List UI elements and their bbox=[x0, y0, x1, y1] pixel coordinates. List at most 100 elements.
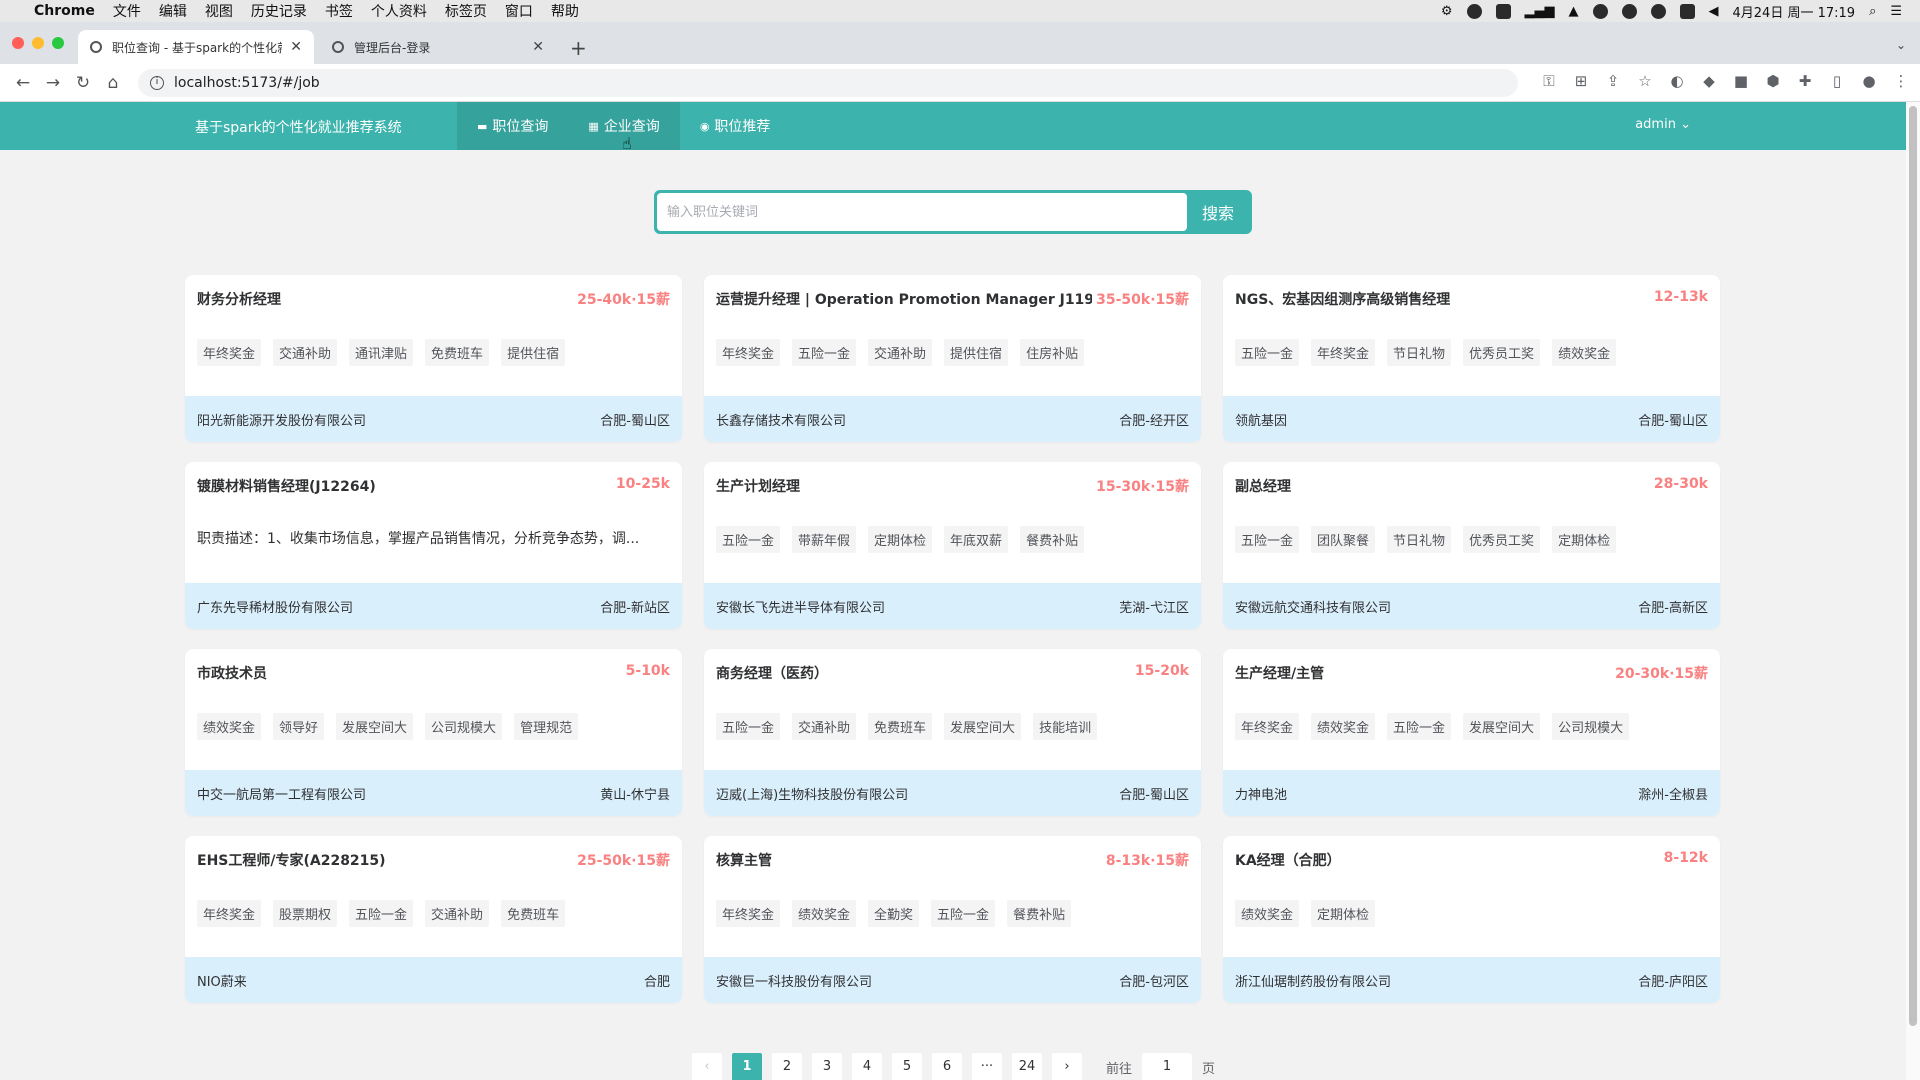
job-title[interactable]: 副总经理 bbox=[1235, 476, 1291, 496]
reload-icon[interactable]: ↻ bbox=[68, 73, 98, 93]
nav-job-recommend[interactable]: ◉ 职位推荐 bbox=[680, 102, 791, 150]
job-card[interactable]: 财务分析经理 25-40k·15薪 年终奖金 交通补助 通讯津贴 免费班车 提供住宿 阳光新能… bbox=[185, 275, 682, 442]
menu-view[interactable]: 视图 bbox=[205, 1, 233, 21]
browser-tab[interactable]: 管理后台-登录 ✕ bbox=[320, 30, 556, 64]
menu-tabs[interactable]: 标签页 bbox=[445, 1, 487, 21]
menu-help[interactable]: 帮助 bbox=[551, 1, 579, 21]
bookmark-star-icon[interactable]: ☆ bbox=[1636, 72, 1654, 90]
job-card[interactable]: 生产计划经理 15-30k·15薪 五险一金 带薪年假 定期体检 年底双薪 餐费补贴 安徽长飞… bbox=[704, 462, 1201, 629]
company-name[interactable]: 安徽远航交通科技有限公司 bbox=[1235, 597, 1391, 616]
company-name[interactable]: 力神电池 bbox=[1235, 784, 1287, 803]
translate-icon[interactable]: ⊞ bbox=[1572, 72, 1590, 90]
menu-bookmarks[interactable]: 书签 bbox=[325, 1, 353, 21]
minimize-window-button[interactable] bbox=[32, 37, 44, 49]
key-icon[interactable]: ⚿ bbox=[1540, 72, 1558, 90]
more-pages-button[interactable]: ··· bbox=[972, 1053, 1002, 1080]
wechat-icon[interactable] bbox=[1621, 3, 1637, 19]
share-icon[interactable]: ⇪ bbox=[1604, 72, 1622, 90]
company-name[interactable]: 安徽巨一科技股份有限公司 bbox=[716, 971, 872, 990]
job-card[interactable]: 核算主管 8-13k·15薪 年终奖金 绩效奖金 全勤奖 五险一金 餐费补贴 安徽巨一科技股份… bbox=[704, 836, 1201, 1003]
page-button[interactable]: 5 bbox=[892, 1053, 922, 1080]
home-icon[interactable]: ⌂ bbox=[98, 73, 128, 93]
job-title[interactable]: 镀膜材料销售经理(J12264) bbox=[197, 476, 376, 496]
wechat-work-icon[interactable] bbox=[1650, 3, 1666, 19]
address-bar[interactable]: i localhost:5173/#/job bbox=[138, 68, 1518, 97]
profile-avatar-icon[interactable]: ● bbox=[1860, 72, 1878, 90]
menu-history[interactable]: 历史记录 bbox=[251, 1, 307, 21]
page-button[interactable]: 2 bbox=[772, 1053, 802, 1080]
page-button[interactable]: 4 bbox=[852, 1053, 882, 1080]
job-title[interactable]: 生产经理/主管 bbox=[1235, 663, 1324, 683]
signal-icon[interactable]: ▂▄▆ bbox=[1525, 4, 1555, 19]
extension-icon[interactable]: ◐ bbox=[1668, 72, 1686, 90]
volume-icon[interactable]: ◀ bbox=[1709, 4, 1719, 19]
page-button[interactable]: 24 bbox=[1012, 1053, 1042, 1080]
extension-icon[interactable]: ■ bbox=[1732, 72, 1750, 90]
menu-profile[interactable]: 个人资料 bbox=[371, 1, 427, 21]
page-button[interactable]: 3 bbox=[812, 1053, 842, 1080]
job-card[interactable]: 运营提升经理 | Operation Promotion Manager J11… bbox=[704, 275, 1201, 442]
user-menu[interactable]: admin ⌄ bbox=[1635, 117, 1691, 132]
globe-icon[interactable] bbox=[1592, 3, 1608, 19]
menu-edit[interactable]: 编辑 bbox=[159, 1, 187, 21]
spotlight-search-icon[interactable]: ⌕ bbox=[1869, 4, 1876, 19]
browser-tab-active[interactable]: 职位查询 - 基于spark的个性化就业推荐系统 ✕ bbox=[78, 30, 314, 64]
company-name[interactable]: 浙江仙琚制药股份有限公司 bbox=[1235, 971, 1391, 990]
job-title[interactable]: 生产计划经理 bbox=[716, 476, 800, 496]
company-name[interactable]: 中交一航局第一工程有限公司 bbox=[197, 784, 366, 803]
app-brand[interactable]: 基于spark的个性化就业推荐系统 bbox=[195, 117, 402, 137]
job-title[interactable]: 核算主管 bbox=[716, 850, 772, 870]
close-window-button[interactable] bbox=[12, 37, 24, 49]
new-tab-icon[interactable]: + bbox=[570, 36, 587, 60]
menubar-datetime[interactable]: 4月24日 周一 17:19 bbox=[1733, 2, 1856, 21]
job-title[interactable]: EHS工程师/专家(A228215) bbox=[197, 850, 386, 870]
job-card[interactable]: 副总经理 28-30k 五险一金 团队聚餐 节日礼物 优秀员工奖 定期体检 安徽远航交通科技有… bbox=[1223, 462, 1720, 629]
menu-app-name[interactable]: Chrome bbox=[34, 3, 95, 19]
job-card[interactable]: 生产经理/主管 20-30k·15薪 年终奖金 绩效奖金 五险一金 发展空间大 公司规模大力… bbox=[1223, 649, 1720, 816]
search-button[interactable]: 搜索 bbox=[1187, 193, 1249, 231]
control-center-icon[interactable]: ☰ bbox=[1890, 4, 1902, 19]
side-panel-icon[interactable]: ▯ bbox=[1828, 72, 1846, 90]
job-card[interactable]: EHS工程师/专家(A228215) 25-50k·15薪 年终奖金 股票期权 五险一金… bbox=[185, 836, 682, 1003]
close-tab-icon[interactable]: ✕ bbox=[290, 39, 302, 55]
scrollbar-thumb[interactable] bbox=[1909, 106, 1917, 1026]
company-name[interactable]: 安徽长飞先进半导体有限公司 bbox=[716, 597, 885, 616]
job-title[interactable]: KA经理（合肥） bbox=[1235, 850, 1341, 870]
job-card[interactable]: 市政技术员 5-10k 绩效奖金 领导好 发展空间大 公司规模大 管理规范 中交一航局第一工程… bbox=[185, 649, 682, 816]
extension-icon[interactable]: ⬢ bbox=[1764, 72, 1782, 90]
gear-icon[interactable]: ⚙ bbox=[1441, 4, 1453, 19]
job-title[interactable]: 市政技术员 bbox=[197, 663, 267, 683]
page-button[interactable]: 6 bbox=[932, 1053, 962, 1080]
back-arrow-icon[interactable]: ← bbox=[8, 73, 38, 93]
site-info-icon[interactable]: i bbox=[150, 75, 164, 90]
prev-page-button[interactable]: ‹ bbox=[692, 1053, 722, 1080]
job-card[interactable]: NGS、宏基因组测序高级销售经理 12-13k 五险一金 年终奖金 节日礼物 优秀员工奖绩… bbox=[1223, 275, 1720, 442]
company-name[interactable]: 阳光新能源开发股份有限公司 bbox=[197, 410, 366, 429]
page-scrollbar[interactable] bbox=[1906, 102, 1920, 1080]
menu-file[interactable]: 文件 bbox=[113, 1, 141, 21]
company-name[interactable]: 领航基因 bbox=[1235, 410, 1287, 429]
mountain-icon[interactable]: ▲ bbox=[1569, 4, 1579, 19]
extension-icon[interactable]: ◆ bbox=[1700, 72, 1718, 90]
tab-search-chevron-icon[interactable]: ⌄ bbox=[1896, 38, 1906, 52]
page-button[interactable]: 1 bbox=[732, 1053, 762, 1080]
job-title[interactable]: 商务经理（医药） bbox=[716, 663, 828, 683]
job-card[interactable]: KA经理（合肥） 8-12k 绩效奖金 定期体检 浙江仙琚制药股份有限公司 合肥-庐阳区 bbox=[1223, 836, 1720, 1003]
job-title[interactable]: NGS、宏基因组测序高级销售经理 bbox=[1235, 289, 1450, 309]
job-title[interactable]: 运营提升经理 | Operation Promotion Manager J11… bbox=[716, 289, 1092, 309]
puzzle-icon[interactable]: ✚ bbox=[1796, 72, 1814, 90]
menu-window[interactable]: 窗口 bbox=[505, 1, 533, 21]
company-name[interactable]: NIO蔚来 bbox=[197, 971, 247, 990]
forward-arrow-icon[interactable]: → bbox=[38, 73, 68, 93]
zoom-window-button[interactable] bbox=[52, 37, 64, 49]
company-name[interactable]: 广东先导稀材股份有限公司 bbox=[197, 597, 353, 616]
company-name[interactable]: 迈威(上海)生物科技股份有限公司 bbox=[716, 784, 908, 803]
search-input[interactable] bbox=[657, 193, 1187, 231]
company-name[interactable]: 长鑫存储技术有限公司 bbox=[716, 410, 846, 429]
job-card[interactable]: 镀膜材料销售经理(J12264) 10-25k 职责描述：1、收集市场信息，掌握产品… bbox=[185, 462, 682, 629]
goto-page-input[interactable]: 1 bbox=[1142, 1053, 1193, 1080]
more-menu-icon[interactable]: ⋮ bbox=[1892, 72, 1910, 90]
nav-job-search[interactable]: ▬ 职位查询 bbox=[457, 102, 569, 150]
next-page-button[interactable]: › bbox=[1052, 1053, 1082, 1080]
input-method-icon[interactable] bbox=[1679, 3, 1695, 19]
